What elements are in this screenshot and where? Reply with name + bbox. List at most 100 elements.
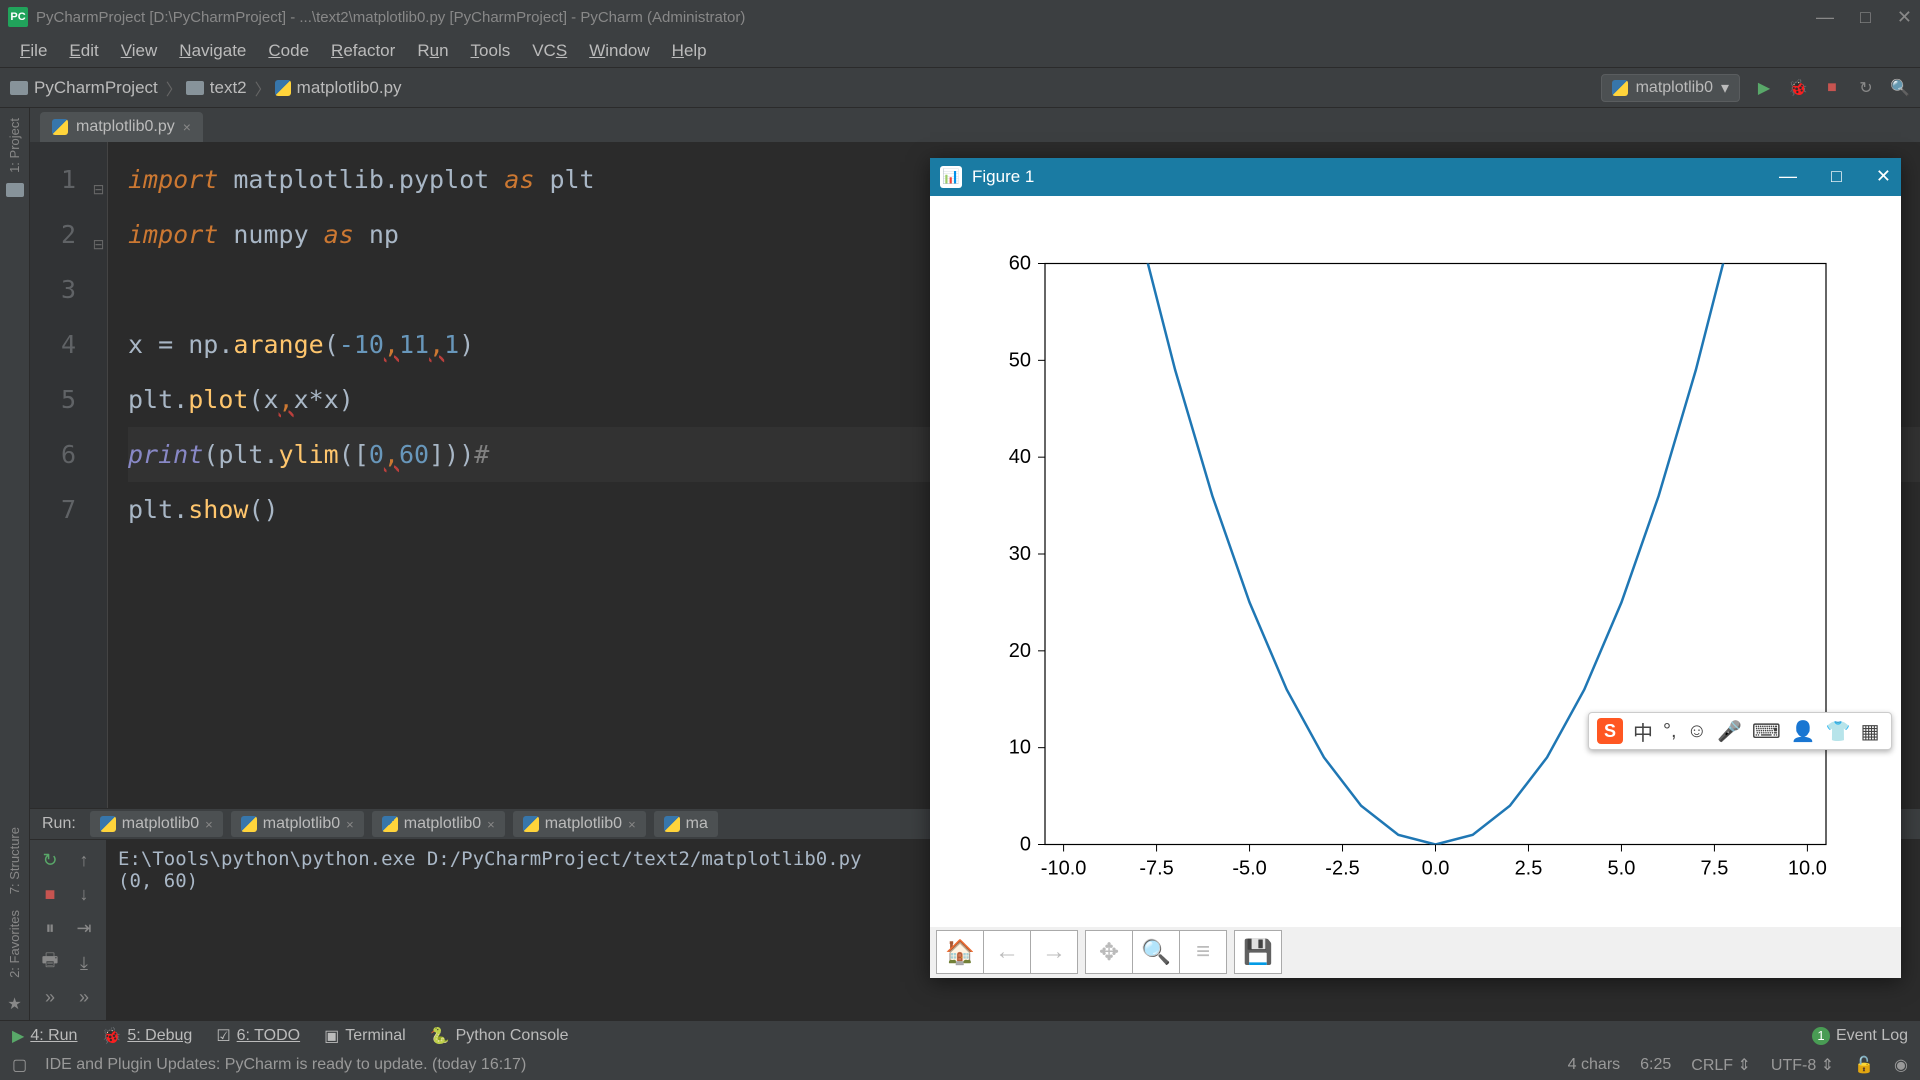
left-tool-gutter: 1: Project 7: Structure 2: Favorites ★ [0,108,30,1020]
up-button[interactable]: ↑ [70,846,98,874]
close-button[interactable]: ✕ [1897,7,1912,28]
figure-minimize-button[interactable]: — [1779,166,1797,187]
figure-forward-button[interactable]: → [1030,930,1078,974]
figure-config-button[interactable]: ≡ [1179,930,1227,974]
rerun-button[interactable]: ↻ [36,846,64,874]
run-tab[interactable]: ma [654,811,718,837]
svg-text:40: 40 [1009,446,1031,468]
menu-vcs[interactable]: VCS [522,37,577,65]
editor-tab-active[interactable]: matplotlib0.py × [40,112,203,142]
search-everywhere-button[interactable]: 🔍 [1890,78,1910,98]
status-position: 6:25 [1640,1056,1671,1074]
menu-window[interactable]: Window [579,37,659,65]
figure-zoom-button[interactable]: 🔍 [1132,930,1180,974]
menu-file[interactable]: File [10,37,57,65]
tool-project[interactable]: 1: Project [7,112,22,179]
svg-text:0: 0 [1020,833,1031,855]
ime-menu-icon[interactable]: ▦ [1861,719,1880,744]
notification-badge: 1 [1812,1027,1830,1045]
matplotlib-icon: 📊 [940,166,962,188]
maximize-button[interactable]: □ [1860,7,1871,28]
ime-lang[interactable]: 中 [1633,717,1653,746]
ime-person-icon[interactable]: 👤 [1791,719,1816,744]
tool-debug[interactable]: 🐞5: Debug [101,1026,192,1046]
menu-help[interactable]: Help [662,37,717,65]
tool-structure[interactable]: 7: Structure [7,821,22,900]
status-readonly-icon[interactable]: 🔓 [1854,1055,1874,1075]
tool-favorites[interactable]: 2: Favorites [7,904,22,984]
run-tab[interactable]: matplotlib0× [231,811,364,837]
close-icon[interactable]: × [487,817,495,832]
figure-home-button[interactable]: 🏠 [936,930,984,974]
run-tab[interactable]: matplotlib0× [513,811,646,837]
status-inspect-icon[interactable]: ◉ [1894,1055,1908,1075]
status-window-icon[interactable]: ▢ [12,1055,27,1075]
menu-refactor[interactable]: Refactor [321,37,405,65]
ime-skin-icon[interactable]: 👕 [1826,719,1851,744]
python-file-icon [382,816,398,832]
python-file-icon [1612,80,1628,96]
editor-tabs: matplotlib0.py × [30,108,1920,142]
down-button[interactable]: ↓ [70,880,98,908]
tool-run[interactable]: ▶4: Run [12,1026,77,1046]
tool-python-console[interactable]: 🐍Python Console [430,1026,569,1046]
breadcrumb-folder[interactable]: text2 [186,78,247,98]
soft-wrap-button[interactable]: ⇥ [70,915,98,943]
close-icon[interactable]: × [628,817,636,832]
close-icon[interactable]: × [205,817,213,832]
ime-keyboard-icon[interactable]: ⌨ [1752,719,1781,744]
svg-text:7.5: 7.5 [1701,857,1729,879]
svg-text:30: 30 [1009,543,1031,565]
line-gutter: 1234567 [30,142,90,808]
menu-code[interactable]: Code [258,37,319,65]
ime-emoji-icon[interactable]: ☺ [1687,720,1707,743]
menu-view[interactable]: View [111,37,168,65]
chevron-down-icon: ▾ [1721,78,1729,98]
fold-icon[interactable]: ⊟ [90,162,107,217]
menu-bar: File Edit View Navigate Code Refactor Ru… [0,34,1920,68]
more-left-button[interactable]: » [36,984,64,1012]
more-right-button[interactable]: » [70,984,98,1012]
tool-event-log[interactable]: Event Log [1836,1027,1908,1045]
svg-text:-7.5: -7.5 [1139,857,1173,879]
run-config-selector[interactable]: matplotlib0 ▾ [1601,74,1740,102]
menu-edit[interactable]: Edit [59,37,108,65]
debug-button[interactable]: 🐞 [1788,78,1808,98]
figure-titlebar[interactable]: 📊 Figure 1 — □ ✕ [930,158,1901,196]
figure-maximize-button[interactable]: □ [1831,166,1842,187]
scroll-button[interactable]: ⤓ [70,949,98,977]
figure-close-button[interactable]: ✕ [1876,166,1891,187]
close-icon[interactable]: × [346,817,354,832]
python-file-icon [664,816,680,832]
ime-punct-icon[interactable]: °, [1663,720,1677,743]
breadcrumb-root[interactable]: PyCharmProject [10,78,158,98]
menu-navigate[interactable]: Navigate [169,37,256,65]
tool-todo[interactable]: ☑6: TODO [216,1026,300,1046]
tool-terminal[interactable]: ▣Terminal [324,1026,406,1046]
update-button[interactable]: ↻ [1856,78,1876,98]
ime-voice-icon[interactable]: 🎤 [1717,719,1742,744]
run-tab[interactable]: matplotlib0× [372,811,505,837]
stop-button[interactable]: ■ [1822,78,1842,98]
ime-toolbar[interactable]: S 中 °, ☺ 🎤 ⌨ 👤 👕 ▦ [1588,712,1892,750]
run-button[interactable]: ▶ [1754,78,1774,98]
figure-save-button[interactable]: 💾 [1234,930,1282,974]
svg-text:10.0: 10.0 [1788,857,1827,879]
sogou-icon: S [1597,718,1623,744]
run-tab[interactable]: matplotlib0× [90,811,223,837]
svg-text:10: 10 [1009,737,1031,759]
status-encoding[interactable]: UTF-8 ⇕ [1771,1055,1834,1075]
minimize-button[interactable]: — [1816,7,1834,28]
menu-run[interactable]: Run [407,37,458,65]
figure-toolbar: 🏠 ← → ✥ 🔍 ≡ 💾 [930,927,1901,978]
breadcrumb-file[interactable]: matplotlib0.py [275,78,402,98]
fold-icon[interactable]: ⊟ [90,217,107,272]
figure-pan-button[interactable]: ✥ [1085,930,1133,974]
pause-button[interactable]: ⏸ [36,915,64,943]
status-line-sep[interactable]: CRLF ⇕ [1691,1055,1751,1075]
close-tab-icon[interactable]: × [183,119,191,135]
figure-back-button[interactable]: ← [983,930,1031,974]
stop-button[interactable]: ■ [36,880,64,908]
menu-tools[interactable]: Tools [461,37,521,65]
print-button[interactable]: 🖶 [36,949,64,977]
